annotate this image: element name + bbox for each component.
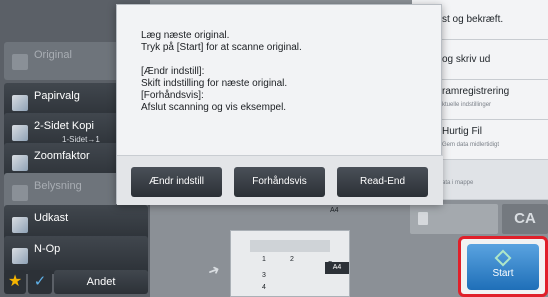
quick-file-label: Hurtig Fil [442, 126, 483, 137]
duplex-copy-label: 2-Sidet Kopi [34, 120, 94, 132]
dialog-line: Tryk på [Start] for at scanne original. [141, 42, 302, 53]
dialog-spacer [141, 54, 302, 66]
paper-icon [12, 95, 28, 111]
start-label: Start [492, 268, 514, 279]
preview-button[interactable]: Forhåndsvis [234, 167, 325, 197]
machine-illustration: 1 2 3 4 5 [200, 210, 360, 297]
exposure-icon [12, 185, 28, 201]
dialog-line: Skift indstilling for næste original. [141, 78, 288, 89]
duplex-icon [12, 125, 28, 141]
file-to-folder-sub: ata i mappe [442, 180, 474, 186]
n-up-label: N-Op [34, 243, 61, 255]
dialog-line: [Forhåndsvis]: [141, 90, 204, 101]
print-label: og skriv ud [442, 54, 491, 65]
zoom-label: Zoomfaktor [34, 150, 90, 162]
program-register-sub: ktuelle indstillinger [442, 102, 492, 108]
dialog-line: Afslut scanning og vis eksempel. [141, 102, 287, 113]
clear-all-button[interactable]: CA [502, 204, 548, 234]
original-icon [12, 54, 28, 70]
paper-size-chip: A4 [325, 262, 349, 274]
dialog-line: [Ændr indstill]: [141, 66, 205, 77]
start-highlight-frame: Start [458, 236, 548, 297]
program-register-label: ramregistrering [442, 86, 510, 97]
document-icon [418, 212, 428, 225]
checkmark-icon[interactable]: ✓ [28, 270, 52, 294]
tray-label-3: 3 [262, 272, 266, 279]
next-original-dialog: Læg næste original. Tryk på [Start] for … [116, 4, 443, 205]
tray-label-1: 1 [262, 256, 266, 263]
original-label: Original [34, 49, 72, 61]
paper-select-label: Papirvalg [34, 90, 80, 102]
copy-screen: Original Papirvalg 2-Sidet Kopi 1-Sidet→… [0, 0, 548, 297]
document-indicator [410, 204, 498, 234]
read-end-button[interactable]: Read-End [337, 167, 428, 197]
tray-label-4: 4 [262, 284, 266, 291]
sidebar-bottom-bar: ★ ✓ Andet [4, 270, 148, 294]
paper-size-top: A4 [330, 207, 339, 214]
n-up-icon [12, 248, 28, 264]
paper-tray [250, 240, 330, 252]
zoom-icon [12, 155, 28, 171]
preview-check-label: st og bekræft. [442, 14, 504, 25]
exposure-label: Belysning [34, 180, 82, 192]
start-diamond-icon [494, 249, 512, 267]
start-button[interactable]: Start [467, 244, 539, 290]
other-button[interactable]: Andet [54, 270, 148, 294]
dialog-line: Læg næste original. [141, 30, 230, 41]
favorites-star-icon[interactable]: ★ [4, 270, 26, 294]
tray-label-2: 2 [290, 256, 294, 263]
change-settings-button[interactable]: Ændr indstill [131, 167, 222, 197]
dialog-message: Læg næste original. Tryk på [Start] for … [141, 30, 302, 114]
draft-label: Udkast [34, 212, 69, 224]
quick-file-sub: Gem data midlertidigt [442, 142, 500, 148]
n-up-button[interactable]: N-Op [4, 236, 148, 274]
dialog-actions: Ændr indstill Forhåndsvis Read-End [117, 155, 443, 205]
draft-icon [12, 217, 28, 233]
